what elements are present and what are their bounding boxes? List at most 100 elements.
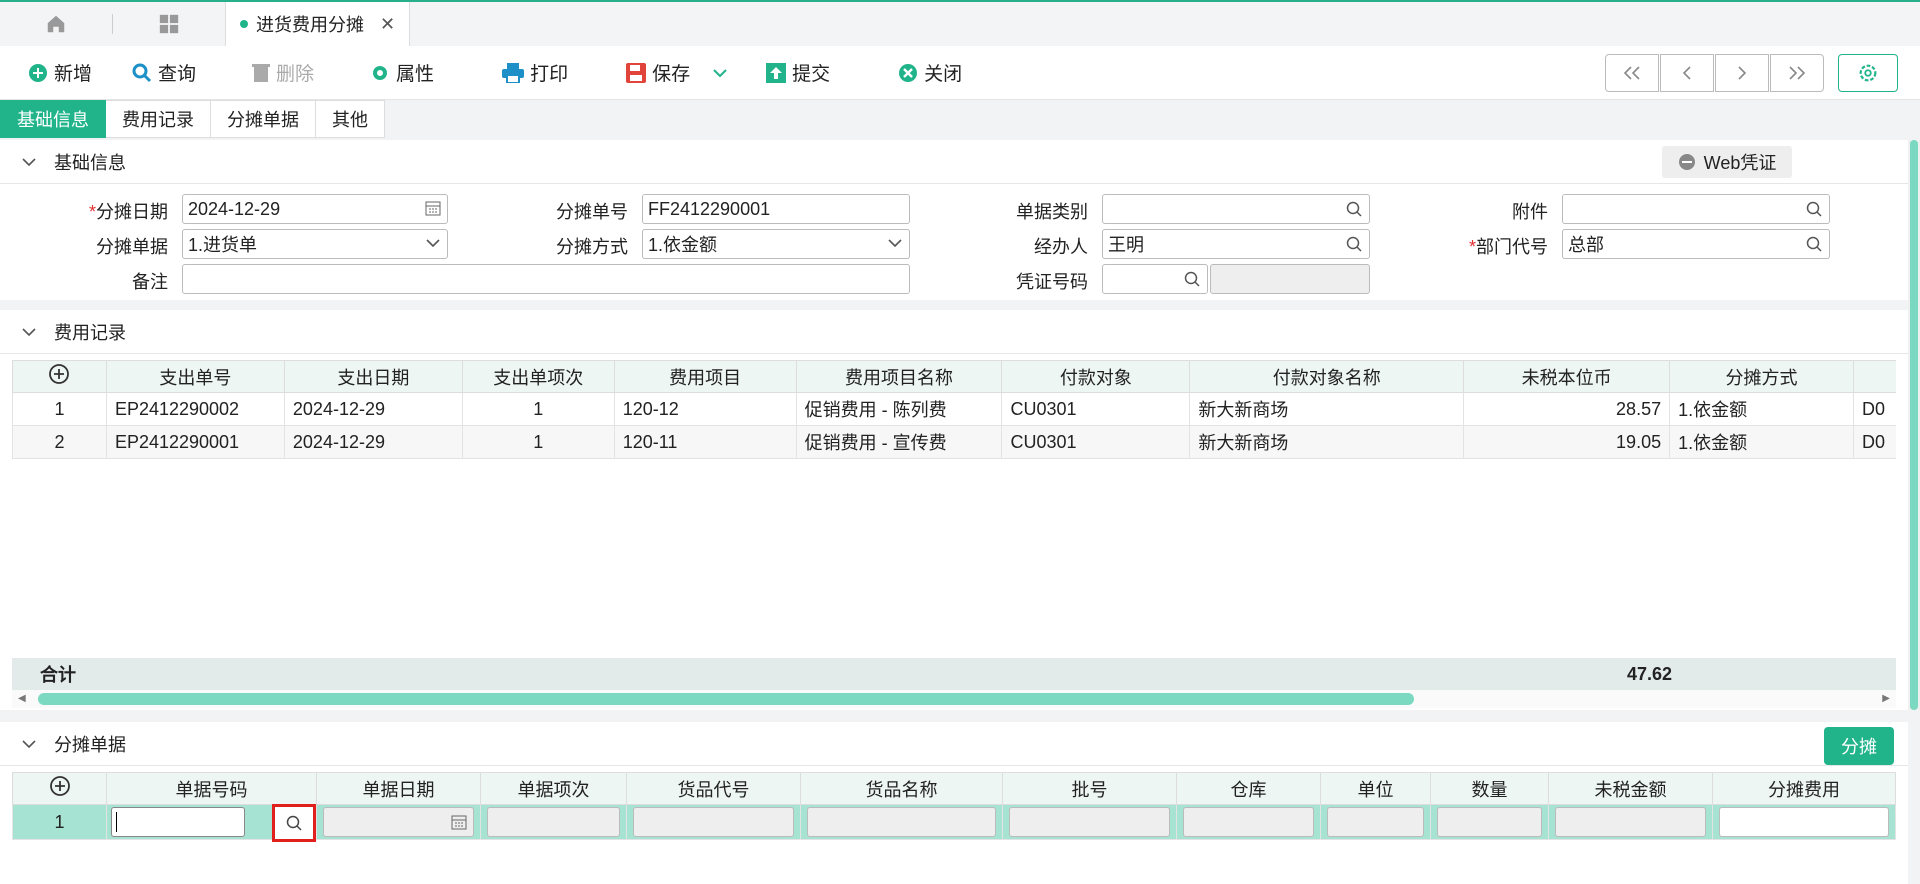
allocation-docs-header[interactable]: 分摊单据 xyxy=(0,722,1908,766)
save-button[interactable]: 保存 xyxy=(616,46,738,99)
cell-amount[interactable]: 19.05 xyxy=(1463,425,1671,459)
search-icon[interactable] xyxy=(1183,270,1201,288)
item-code-input[interactable] xyxy=(633,807,794,837)
tab-active-document[interactable]: 进货费用分摊 ✕ xyxy=(225,2,411,46)
cell-allocated-cost[interactable] xyxy=(1712,804,1896,840)
calendar-icon[interactable] xyxy=(451,814,467,830)
cell-expense-item[interactable]: 120-12 xyxy=(613,392,797,426)
net-amount-input[interactable] xyxy=(1555,807,1706,837)
calendar-icon[interactable] xyxy=(425,200,441,216)
cell-doc-date[interactable] xyxy=(316,804,481,840)
col-doc-no[interactable]: 单据号码 xyxy=(106,772,317,805)
cell-net-amount[interactable] xyxy=(1548,804,1713,840)
chevron-down-icon[interactable] xyxy=(22,151,36,172)
cell-extra[interactable]: D0 xyxy=(1852,425,1896,459)
tab-other[interactable]: 其他 xyxy=(316,100,385,138)
voucher-field[interactable] xyxy=(1102,264,1208,294)
chevron-down-icon[interactable] xyxy=(425,235,441,251)
cell-doc-no[interactable] xyxy=(106,804,317,842)
col-extra[interactable] xyxy=(1852,360,1896,393)
cell-expense-seq[interactable]: 1 xyxy=(461,392,615,426)
scrollbar-thumb[interactable] xyxy=(38,693,1414,705)
chevron-down-icon[interactable] xyxy=(887,235,903,251)
next-record-button[interactable] xyxy=(1715,54,1769,92)
col-net-amount[interactable]: 未税金额 xyxy=(1548,772,1713,805)
expense-records-header[interactable]: 费用记录 xyxy=(0,310,1908,354)
table-row[interactable]: 2 EP2412290001 2024-12-29 1 120-11 促销费用 … xyxy=(12,425,1896,459)
col-payee[interactable]: 付款对象 xyxy=(1001,360,1191,393)
cell-expense-no[interactable]: EP2412290001 xyxy=(105,425,285,459)
col-method[interactable]: 分摊方式 xyxy=(1669,360,1854,393)
handler-field[interactable]: 王明 xyxy=(1102,229,1370,259)
table-row[interactable]: 1 xyxy=(12,804,1896,842)
method-select[interactable]: 1.依金额 xyxy=(642,229,910,259)
col-doc-date[interactable]: 单据日期 xyxy=(316,772,481,805)
col-expense-seq[interactable]: 支出单项次 xyxy=(461,360,615,393)
unit-input[interactable] xyxy=(1327,807,1424,837)
remark-field[interactable] xyxy=(182,264,910,294)
cell-batch[interactable] xyxy=(1002,804,1177,840)
allocated-cost-input[interactable] xyxy=(1719,807,1889,837)
cell-expense-date[interactable]: 2024-12-29 xyxy=(283,425,463,459)
add-row-icon[interactable] xyxy=(12,772,107,805)
cell-payee[interactable]: CU0301 xyxy=(1001,392,1191,426)
col-expense-item-name[interactable]: 费用项目名称 xyxy=(795,360,1003,393)
cell-item-code[interactable] xyxy=(626,804,801,840)
search-icon[interactable] xyxy=(1345,200,1363,218)
col-expense-date[interactable]: 支出日期 xyxy=(283,360,463,393)
table-row[interactable]: 1 EP2412290002 2024-12-29 1 120-12 促销费用 … xyxy=(12,392,1896,426)
dept-field[interactable]: 总部 xyxy=(1562,229,1830,259)
col-item-name[interactable]: 货品名称 xyxy=(800,772,1003,805)
allocation-doc-select[interactable]: 1.进货单 xyxy=(182,229,448,259)
web-voucher-button[interactable]: Web凭证 xyxy=(1662,146,1792,178)
submit-button[interactable]: 提交 xyxy=(756,46,840,99)
scroll-right-icon[interactable]: ▶ xyxy=(1882,693,1890,704)
search-icon[interactable] xyxy=(1805,200,1823,218)
home-icon[interactable] xyxy=(0,2,112,46)
batch-input[interactable] xyxy=(1009,807,1170,837)
cell-expense-item-name[interactable]: 促销费用 - 陈列费 xyxy=(795,392,1003,426)
close-tab-icon[interactable]: ✕ xyxy=(380,14,395,35)
cell-method[interactable]: 1.依金额 xyxy=(1669,392,1854,426)
warehouse-input[interactable] xyxy=(1183,807,1314,837)
cell-expense-date[interactable]: 2024-12-29 xyxy=(283,392,463,426)
cell-extra[interactable]: D0 xyxy=(1852,392,1896,426)
first-record-button[interactable] xyxy=(1605,54,1659,92)
cell-qty[interactable] xyxy=(1430,804,1549,840)
tab-basic-info[interactable]: 基础信息 xyxy=(0,100,106,138)
doc-type-field[interactable] xyxy=(1102,194,1370,224)
new-button[interactable]: 新增 xyxy=(18,46,102,99)
query-button[interactable]: 查询 xyxy=(122,46,206,99)
close-button[interactable]: 关闭 xyxy=(888,46,972,99)
col-amount[interactable]: 未税本位币 xyxy=(1463,360,1671,393)
col-expense-no[interactable]: 支出单号 xyxy=(105,360,285,393)
cell-expense-no[interactable]: EP2412290002 xyxy=(105,392,285,426)
allocation-no-field[interactable]: FF2412290001 xyxy=(642,194,910,224)
tab-allocation-docs[interactable]: 分摊单据 xyxy=(211,100,316,138)
col-allocated-cost[interactable]: 分摊费用 xyxy=(1712,772,1896,805)
basic-info-header[interactable]: 基础信息 xyxy=(0,140,1908,184)
cell-method[interactable]: 1.依金额 xyxy=(1669,425,1854,459)
cell-doc-seq[interactable] xyxy=(480,804,627,840)
cell-payee[interactable]: CU0301 xyxy=(1001,425,1191,459)
search-icon[interactable] xyxy=(1345,235,1363,253)
item-name-input[interactable] xyxy=(807,807,996,837)
chevron-down-icon[interactable] xyxy=(22,321,36,342)
last-record-button[interactable] xyxy=(1770,54,1824,92)
col-item-code[interactable]: 货品代号 xyxy=(626,772,801,805)
qty-input[interactable] xyxy=(1437,807,1542,837)
search-icon[interactable] xyxy=(1805,235,1823,253)
doc-seq-input[interactable] xyxy=(487,807,620,837)
col-qty[interactable]: 数量 xyxy=(1430,772,1549,805)
col-warehouse[interactable]: 仓库 xyxy=(1176,772,1321,805)
chevron-down-icon[interactable] xyxy=(712,62,728,84)
doc-date-input[interactable] xyxy=(323,807,474,837)
doc-no-lookup-button[interactable] xyxy=(272,804,316,842)
col-expense-item[interactable]: 费用项目 xyxy=(613,360,797,393)
properties-button[interactable]: 属性 xyxy=(360,46,444,99)
cell-amount[interactable]: 28.57 xyxy=(1463,392,1671,426)
cell-warehouse[interactable] xyxy=(1176,804,1321,840)
horizontal-scrollbar[interactable]: ◀ ▶ xyxy=(12,690,1896,708)
delete-button[interactable]: 删除 xyxy=(242,46,324,99)
attachment-field[interactable] xyxy=(1562,194,1830,224)
